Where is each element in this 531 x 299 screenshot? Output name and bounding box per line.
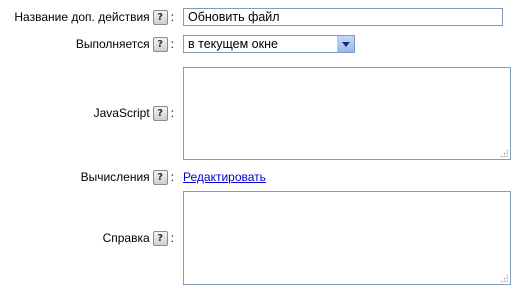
- label-colon: :: [170, 10, 174, 24]
- javascript-field-label-row: JavaScript ? :: [94, 104, 174, 122]
- question-mark-icon[interactable]: ?: [152, 105, 168, 121]
- javascript-field-label: JavaScript: [93, 106, 150, 120]
- executes-select-value: в текущем окне: [188, 37, 278, 51]
- question-mark-icon[interactable]: ?: [152, 36, 168, 52]
- label-colon: :: [170, 106, 174, 120]
- resize-grip-icon[interactable]: [500, 149, 508, 157]
- executes-select[interactable]: в текущем окне: [183, 35, 355, 53]
- executes-field-label-row: Выполняется ? :: [76, 35, 174, 53]
- resize-grip-icon[interactable]: [500, 274, 508, 282]
- name-field-label: Название доп. действия: [14, 10, 150, 24]
- help-text-field-label: Справка: [102, 231, 150, 245]
- label-colon: :: [170, 37, 174, 51]
- question-mark-icon[interactable]: ?: [152, 230, 168, 246]
- help-text-field-label-row: Справка ? :: [103, 229, 174, 247]
- chevron-down-icon[interactable]: [337, 36, 354, 52]
- calculations-field-label: Вычисления: [80, 170, 150, 184]
- javascript-textarea[interactable]: [183, 67, 511, 160]
- name-field-label-row: Название доп. действия ? :: [14, 8, 174, 26]
- question-mark-icon[interactable]: ?: [152, 169, 168, 185]
- edit-calculations-link[interactable]: Редактировать: [183, 169, 266, 185]
- action-name-input[interactable]: Обновить файл: [183, 8, 503, 26]
- executes-field-label: Выполняется: [75, 37, 150, 51]
- label-colon: :: [170, 170, 174, 184]
- label-colon: :: [170, 231, 174, 245]
- calculations-field-label-row: Вычисления ? :: [81, 168, 174, 186]
- question-mark-icon[interactable]: ?: [152, 9, 168, 25]
- help-text-textarea[interactable]: [183, 191, 511, 285]
